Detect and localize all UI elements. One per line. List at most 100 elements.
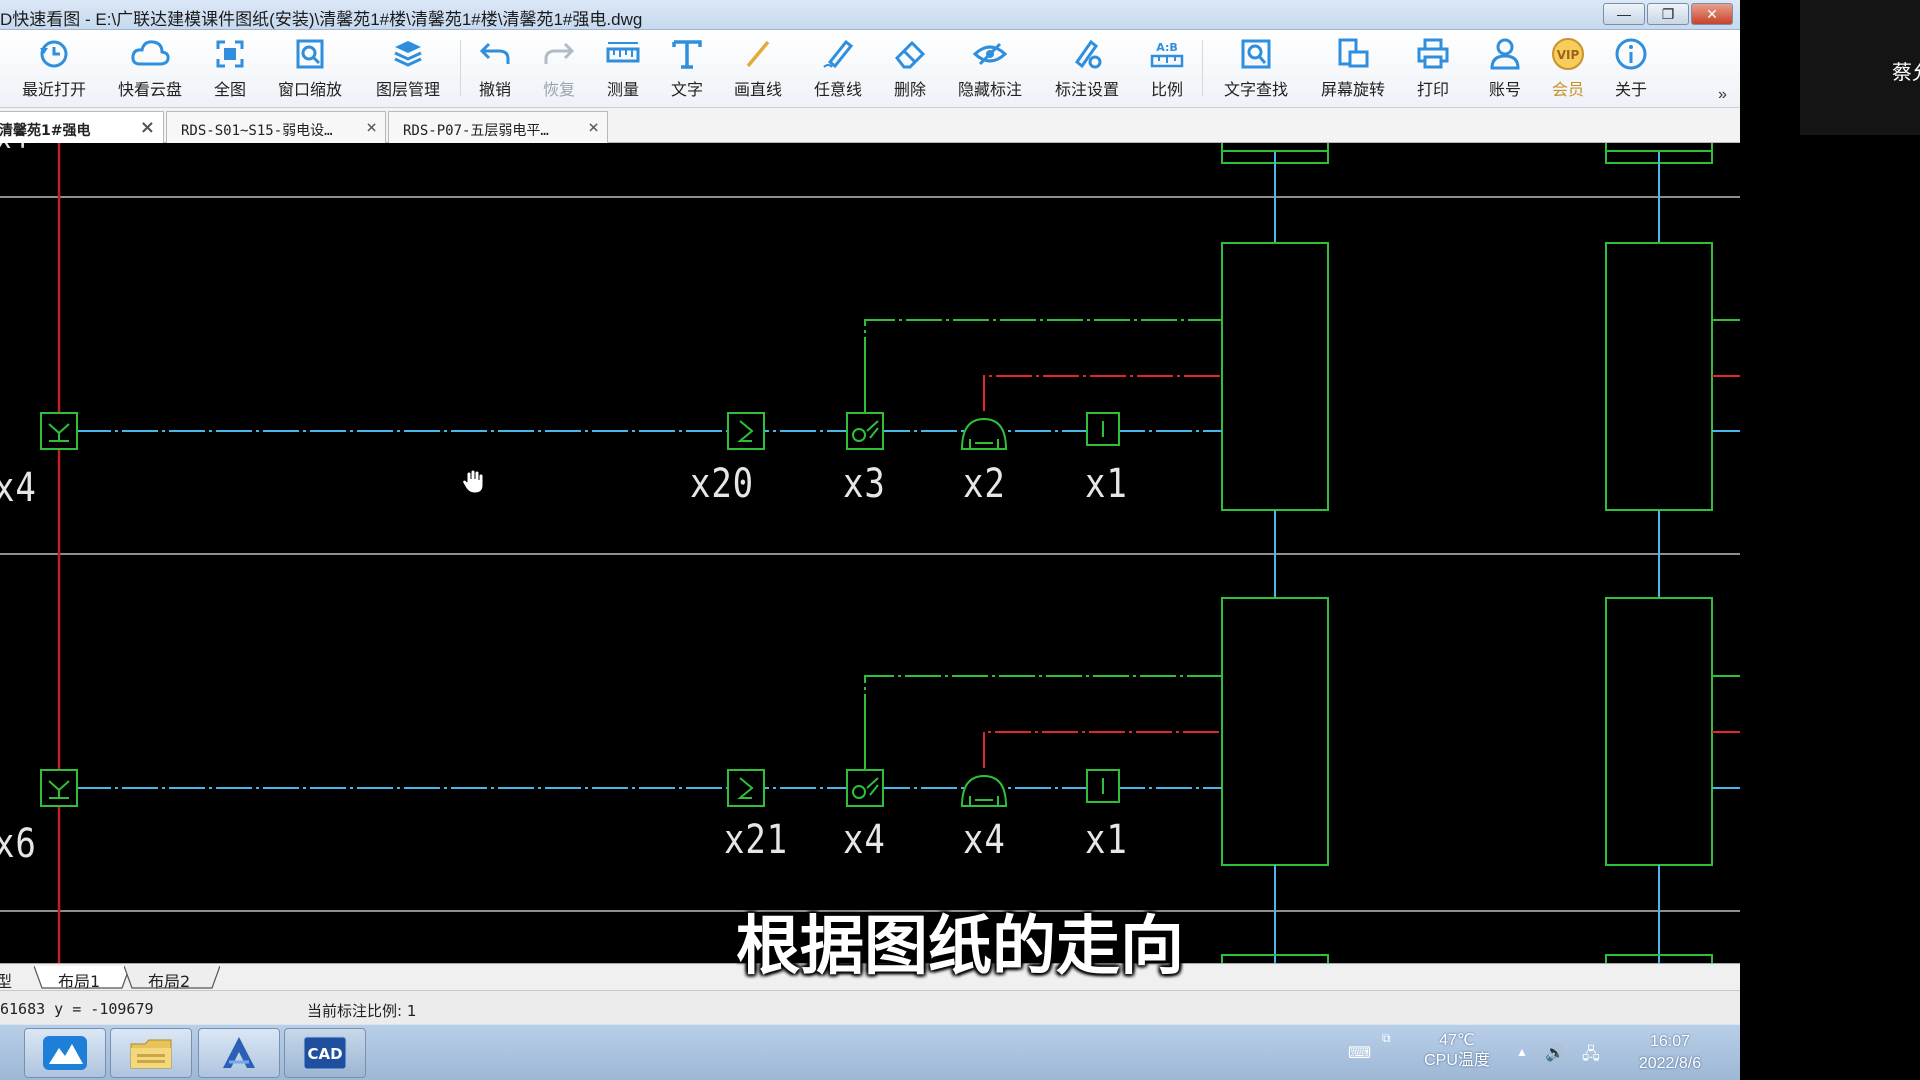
- fan-symbol: [846, 769, 884, 807]
- drawing-canvas[interactable]: x4 x4 x20 x3 x2 x1 x6 x21 x4 x4 x1: [0, 143, 1740, 963]
- window-zoom-icon: [270, 36, 350, 72]
- toolbar: 最近打开 快看云盘 全图 窗口缩放 图层管理 撤销 恢复 测量 文字 画直线 任…: [0, 30, 1740, 108]
- draw-line-button[interactable]: 画直线: [728, 36, 788, 100]
- speaker-icon[interactable]: 🔊: [1545, 1043, 1565, 1063]
- about-button[interactable]: 关于: [1611, 36, 1651, 100]
- row2-multiplier-fan: x4: [843, 817, 886, 863]
- distribution-box: [1221, 242, 1329, 511]
- cloud-drive-button[interactable]: 快看云盘: [110, 36, 190, 100]
- taskbar-clock[interactable]: 16:07 2022/8/6: [1620, 1031, 1720, 1075]
- green-circuit-line: [864, 319, 1222, 373]
- hand-cursor-icon: [462, 469, 484, 494]
- scale-button[interactable]: A:B 比例: [1147, 36, 1187, 100]
- screen: D快速看图 - E:\广联达建模课件图纸(安装)\清馨苑1#楼\清馨苑1#楼\清…: [0, 0, 1920, 1080]
- text-button[interactable]: 文字: [667, 36, 707, 100]
- cpu-temperature[interactable]: 47℃ CPU温度: [1402, 1031, 1512, 1071]
- row2-multiplier-switch: x21: [724, 817, 788, 863]
- eye-hide-icon: [950, 36, 1030, 72]
- clock-date: 2022/8/6: [1638, 1055, 1702, 1072]
- eraser-icon: [889, 36, 931, 72]
- file-tab[interactable]: RDS-P07-五层弱电平… ×: [388, 111, 608, 143]
- label-fragment: x4: [0, 143, 28, 156]
- tab-close-icon[interactable]: ×: [588, 117, 599, 138]
- file-tab-bar: 清馨苑1#强电 × RDS-S01~S15-弱电设… × RDS-P07-五层弱…: [0, 108, 1740, 143]
- app-mountain-icon: [43, 1036, 87, 1070]
- hide-annotation-button[interactable]: 隐藏标注: [950, 36, 1030, 100]
- cad-app-icon: CAD: [303, 1036, 347, 1070]
- file-tab-label: RDS-P07-五层弱电平…: [403, 123, 549, 139]
- row2-multiplier-button: x1: [1085, 817, 1128, 863]
- window-zoom-button[interactable]: 窗口缩放: [270, 36, 350, 100]
- minimize-button[interactable]: —: [1603, 3, 1645, 25]
- file-tab-label: RDS-S01~S15-弱电设…: [181, 123, 333, 139]
- taskbar-app-mountain[interactable]: [24, 1028, 106, 1078]
- tray-expand-icon[interactable]: ▲: [1516, 1045, 1528, 1059]
- taskbar-app-glodon[interactable]: [198, 1028, 280, 1078]
- distribution-box: [1605, 597, 1713, 866]
- socket-symbol: [40, 412, 78, 450]
- green-circuit-line: [864, 675, 1222, 730]
- taskbar-app-cad[interactable]: CAD: [284, 1028, 366, 1078]
- restore-button[interactable]: ❐: [1647, 3, 1689, 25]
- close-button[interactable]: ✕: [1691, 3, 1733, 25]
- taskbar-app-explorer[interactable]: [110, 1028, 192, 1078]
- alarm-bell-symbol: [960, 417, 1008, 450]
- switch-symbol: [727, 769, 765, 807]
- file-tab-label: 清馨苑1#强电: [0, 123, 91, 139]
- freehand-line-button[interactable]: 任意线: [808, 36, 868, 100]
- window-switch-icon[interactable]: ⧉: [1382, 1031, 1391, 1046]
- redo-button[interactable]: 恢复: [539, 36, 579, 100]
- pen-icon: [808, 36, 868, 72]
- scale-icon: A:B: [1147, 36, 1187, 72]
- redo-icon: [539, 36, 579, 72]
- vip-icon: VIP: [1548, 36, 1588, 72]
- toolbar-separator: [460, 40, 461, 96]
- layers-icon: [368, 36, 448, 72]
- full-view-button[interactable]: 全图: [200, 36, 260, 100]
- video-caption: 根据图纸的走向: [736, 910, 1184, 984]
- annotation-settings-icon: [1047, 36, 1127, 72]
- info-icon: [1611, 36, 1651, 72]
- text-search-icon: [1216, 36, 1296, 72]
- measure-button[interactable]: 测量: [603, 36, 643, 100]
- undo-icon: [475, 36, 515, 72]
- file-tab-active[interactable]: 清馨苑1#强电 ×: [0, 111, 164, 143]
- coordinate-readout: 61683 y = -109679: [0, 1000, 154, 1018]
- alarm-bell-symbol: [960, 774, 1008, 807]
- vip-button[interactable]: VIP 会员: [1548, 36, 1588, 100]
- distribution-box: [1605, 242, 1713, 511]
- print-button[interactable]: 打印: [1413, 36, 1453, 100]
- row1-multiplier-switch: x20: [690, 461, 754, 507]
- status-bar: 61683 y = -109679 当前标注比例: 1: [0, 990, 1740, 1024]
- cpu-temp-value: 47℃: [1439, 1032, 1475, 1049]
- delete-button[interactable]: 删除: [889, 36, 931, 100]
- account-button[interactable]: 账号: [1485, 36, 1525, 100]
- fullview-icon: [200, 36, 260, 72]
- svg-text:A:B: A:B: [1156, 41, 1178, 54]
- text-icon: [667, 36, 707, 72]
- keyboard-icon[interactable]: ⌨: [1348, 1043, 1371, 1063]
- toolbar-separator: [1202, 40, 1203, 96]
- rotate-screen-icon: [1313, 36, 1393, 72]
- row1-multiplier-fan: x3: [843, 461, 886, 507]
- cpu-temp-label: CPU温度: [1424, 1052, 1490, 1069]
- network-icon[interactable]: 🖧: [1582, 1043, 1600, 1070]
- tab-close-icon[interactable]: ×: [140, 117, 155, 138]
- file-tab[interactable]: RDS-S01~S15-弱电设… ×: [166, 111, 386, 143]
- svg-text:CAD: CAD: [307, 1045, 342, 1063]
- row1-multiplier-bell: x2: [963, 461, 1006, 507]
- line-icon: [728, 36, 788, 72]
- distribution-box: [1221, 597, 1329, 866]
- red-circuit-line: [983, 375, 1222, 411]
- annotation-settings-button[interactable]: 标注设置: [1047, 36, 1127, 100]
- recent-open-button[interactable]: 最近打开: [14, 36, 94, 100]
- file-explorer-icon: [130, 1039, 172, 1069]
- undo-button[interactable]: 撤销: [475, 36, 515, 100]
- text-search-button[interactable]: 文字查找: [1216, 36, 1296, 100]
- layer-manager-button[interactable]: 图层管理: [368, 36, 448, 100]
- toolbar-more-button[interactable]: »: [1718, 86, 1727, 104]
- row1-left-multiplier: x4: [0, 465, 37, 511]
- tab-close-icon[interactable]: ×: [366, 117, 377, 138]
- row2-left-multiplier: x6: [0, 821, 37, 867]
- screen-rotate-button[interactable]: 屏幕旋转: [1313, 36, 1393, 100]
